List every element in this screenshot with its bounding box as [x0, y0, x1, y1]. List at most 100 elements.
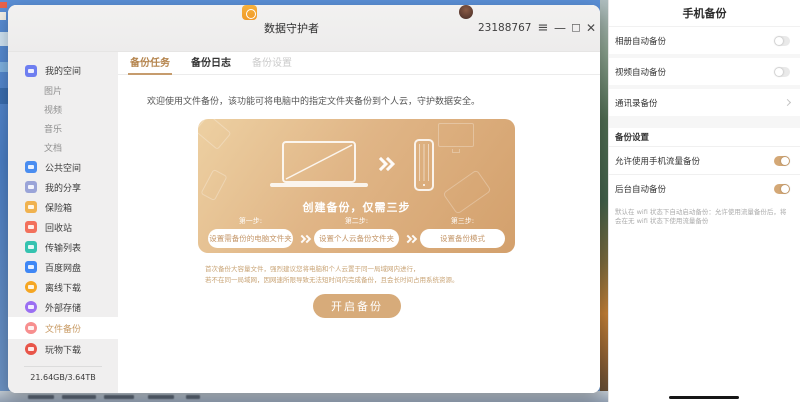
arrow-right-icon: [293, 234, 314, 243]
tab-bar: 备份任务 备份日志 备份设置: [118, 52, 600, 75]
steps: 第一步: 第二步: 第三步: 设置需备份的电脑文件夹 设置个人云备份文件夹 设置备份模式: [208, 216, 505, 248]
toggle-knob: [775, 36, 783, 45]
sidebar-item-label: 离线下载: [45, 283, 82, 294]
safe-box-icon: [25, 201, 37, 213]
step-label: 第三步:: [450, 217, 475, 225]
screen: 数据守护者 23188767 ≡ — □ ✕ 我的空间 图片 视频 音乐 文档 公共空间我…: [0, 0, 800, 402]
sidebar-item[interactable]: 外部存储: [8, 297, 118, 317]
my-space-icon: [25, 64, 37, 77]
user-id: 23188767: [478, 22, 532, 34]
user-avatar[interactable]: [459, 5, 473, 19]
sidebar-item[interactable]: 我的分享: [8, 177, 118, 197]
phone-setting-row[interactable]: 后台自动备份: [609, 175, 800, 202]
public-space-icon: [25, 161, 37, 173]
phone-row[interactable]: 相册自动备份: [609, 27, 800, 54]
sidebar-item-label: 文档: [44, 144, 63, 154]
sidebar-item[interactable]: 离线下载: [8, 277, 118, 297]
phone-setting-row[interactable]: 允许使用手机流量备份: [609, 147, 800, 174]
wanwu-download-icon: [25, 343, 37, 355]
sidebar-item[interactable]: 百度网盘: [8, 257, 118, 277]
external-storage-icon: [25, 301, 37, 313]
phone-row-label: 通讯录备份: [615, 98, 658, 109]
desktop-wallpaper-sliver: [600, 0, 608, 402]
toggle-knob: [781, 156, 789, 165]
sidebar-item[interactable]: 视频: [8, 100, 118, 119]
sidebar-item-label: 我的空间: [45, 67, 82, 77]
welcome-text: 欢迎使用文件备份，该功能可将电脑中的指定文件夹备份到个人云，守护数据安全。: [147, 97, 481, 107]
step-gap: [293, 216, 314, 226]
sidebar-item[interactable]: 音乐: [8, 119, 118, 138]
sidebar-item[interactable]: 公共空间: [8, 157, 118, 177]
sidebar-item-label: 图片: [44, 87, 63, 97]
phone-row[interactable]: 通讯录备份: [609, 89, 800, 116]
sidebar-item-label: 我的分享: [45, 183, 82, 194]
phone-setting-label: 允许使用手机流量备份: [615, 156, 701, 167]
sidebar-item[interactable]: 玩物下载: [8, 339, 118, 359]
note-line-2: 若不在同一局域网，因网速所限导致无法短时间内完成备份，且会长时间占用系统资源。: [205, 276, 459, 284]
home-indicator: [669, 396, 739, 399]
sidebar-divider: [24, 366, 102, 367]
sidebar-item[interactable]: 传输列表: [8, 237, 118, 257]
arrow-right-icon: [373, 156, 396, 172]
desktop-label-fragment: [104, 395, 134, 399]
phone-panel-title: 手机备份: [609, 0, 800, 27]
my-share-icon: [25, 181, 37, 193]
menu-icon[interactable]: ≡: [536, 21, 550, 36]
desktop-label-fragment: [62, 395, 96, 399]
step-button[interactable]: 设置备份模式: [420, 229, 505, 248]
sidebar-item[interactable]: 文档: [8, 138, 118, 157]
monitor-outline-icon: [438, 123, 474, 147]
sidebar-item[interactable]: 我的空间: [8, 60, 118, 81]
desktop-label-fragment: [28, 395, 54, 399]
phone-row-label: 相册自动备份: [615, 36, 667, 47]
step-gap: [399, 216, 420, 226]
titlebar: 数据守护者 23188767 ≡ — □ ✕: [8, 5, 600, 52]
phone-backup-panel: 手机备份 相册自动备份 视频自动备份 通讯录备份 备份设置 允许使用手机流量备份 后台…: [608, 0, 800, 402]
sidebar-item-label: 公共空间: [45, 163, 82, 174]
personal-cloud-icon: [414, 139, 434, 191]
sidebar-item-label: 保险箱: [45, 203, 73, 214]
sidebar-item[interactable]: 保险箱: [8, 197, 118, 217]
window-title: 数据守护者: [264, 22, 319, 35]
recycle-bin-icon: [25, 221, 37, 233]
sidebar-item[interactable]: 图片: [8, 81, 118, 100]
start-backup-button[interactable]: 开启备份: [313, 294, 401, 318]
sidebar-item-label: 文件备份: [45, 324, 82, 335]
toggle-switch[interactable]: [774, 66, 790, 77]
close-button[interactable]: ✕: [584, 21, 598, 35]
note-line-1: 首次备份大容量文件，强烈建议您将电脑和个人云置于同一局域网内进行，: [205, 265, 420, 273]
toggle-knob: [781, 184, 789, 193]
arrow-right-icon: [399, 234, 420, 243]
tab-备份日志[interactable]: 备份日志: [189, 54, 233, 74]
baidu-netdisk-icon: [25, 261, 37, 273]
briefcase-outline-icon: [198, 119, 232, 151]
maximize-button[interactable]: □: [569, 23, 583, 34]
sidebar-item[interactable]: 回收站: [8, 217, 118, 237]
tab-备份任务[interactable]: 备份任务: [128, 54, 172, 75]
main-content: 备份任务 备份日志 备份设置 欢迎使用文件备份，该功能可将电脑中的指定文件夹备份到个…: [118, 52, 600, 393]
desktop-icon-fragment: [0, 88, 8, 104]
step-button[interactable]: 设置需备份的电脑文件夹: [208, 229, 293, 248]
tab-备份设置[interactable]: 备份设置: [250, 54, 294, 74]
toggle-switch[interactable]: [774, 155, 790, 166]
offline-download-icon: [25, 281, 37, 293]
monitor-stand-outline: [452, 149, 460, 153]
phone-row-label: 视频自动备份: [615, 67, 667, 78]
desktop-icon-fragment: [0, 12, 6, 20]
sidebar-item[interactable]: 文件备份: [8, 317, 118, 339]
sidebar-item-label: 玩物下载: [45, 345, 82, 356]
sidebar-item-label: 回收站: [45, 223, 73, 234]
phone-row[interactable]: 视频自动备份: [609, 58, 800, 85]
minimize-button[interactable]: —: [553, 21, 567, 35]
chevron-right-icon: [783, 98, 792, 107]
app-window: 数据守护者 23188767 ≡ — □ ✕ 我的空间 图片 视频 音乐 文档 公共空间我…: [8, 5, 600, 393]
sidebar-item-label: 视频: [44, 106, 63, 116]
card-headline: 创建备份，仅需三步: [302, 201, 411, 214]
toggle-switch[interactable]: [774, 35, 790, 46]
sidebar-item-label: 百度网盘: [45, 263, 82, 274]
file-backup-icon: [25, 322, 37, 334]
toggle-switch[interactable]: [774, 183, 790, 194]
sidebar-item-label: 外部存储: [45, 303, 82, 314]
sidebar: 我的空间图片视频音乐文档公共空间我的分享保险箱回收站传输列表百度网盘离线下载外部…: [8, 52, 118, 393]
step-button[interactable]: 设置个人云备份文件夹: [314, 229, 399, 248]
